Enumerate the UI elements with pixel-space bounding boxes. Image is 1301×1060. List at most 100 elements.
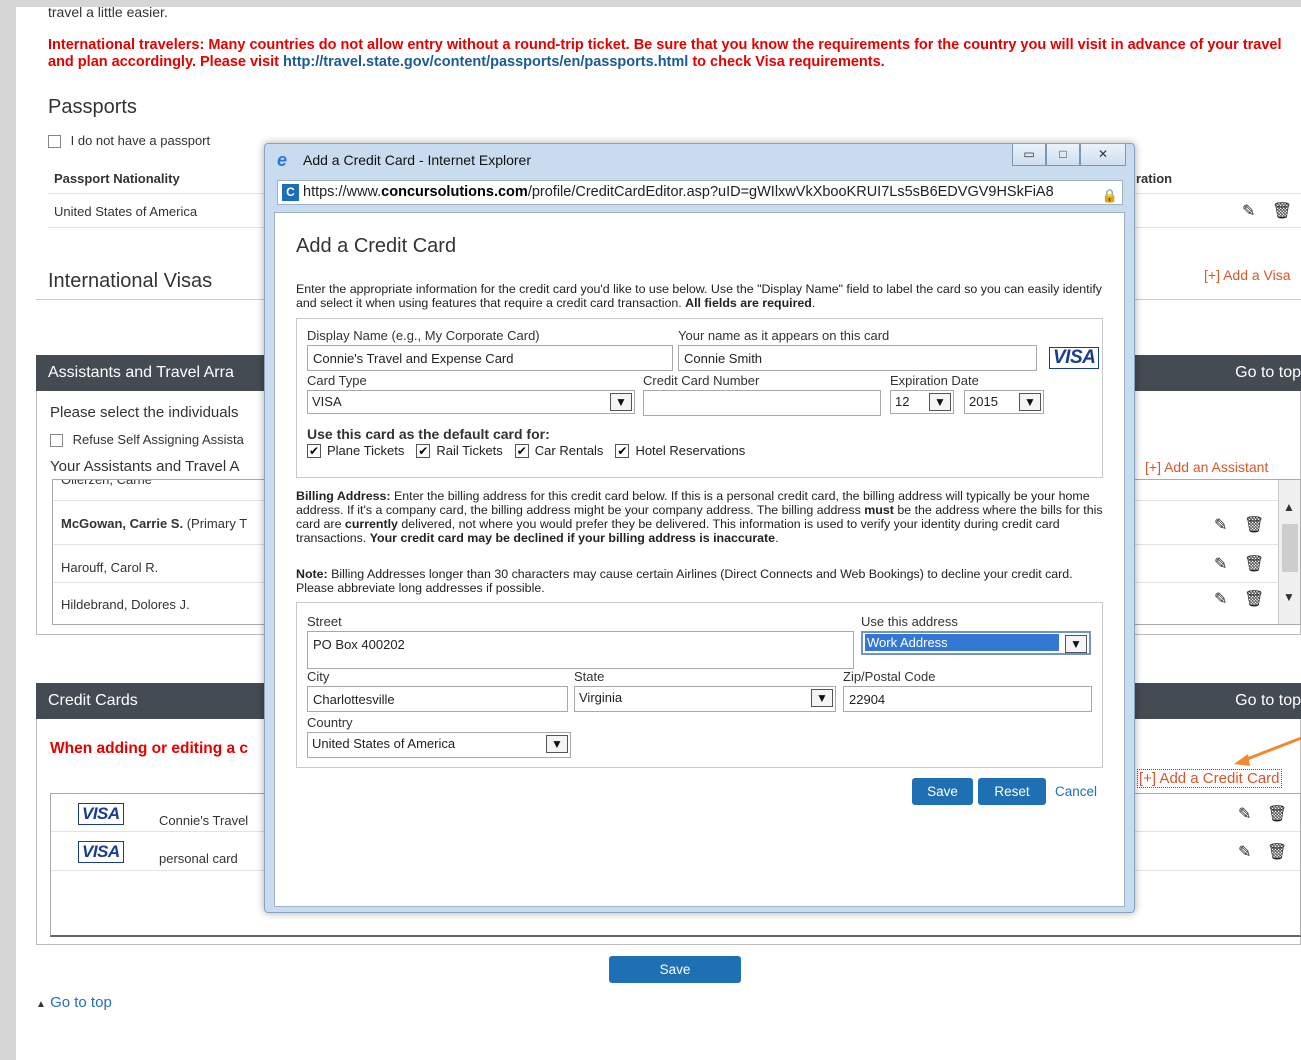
zip-label: Zip/Postal Code: [843, 669, 936, 684]
expiration-label: Expiration Date: [890, 373, 979, 388]
delete-assistant-trash-icon[interactable]: 🗑: [1244, 515, 1264, 535]
delete-assistant-trash-icon[interactable]: 🗑: [1244, 589, 1264, 609]
chevron-down-icon: ▼: [929, 393, 951, 411]
no-passport-checkbox[interactable]: [48, 135, 61, 149]
scroll-down-icon[interactable]: ▼: [1283, 590, 1295, 604]
delete-assistant-trash-icon[interactable]: 🗑: [1244, 554, 1264, 574]
credit-cards-title: Credit Cards: [48, 692, 138, 709]
chevron-down-icon: ▼: [1019, 393, 1041, 411]
edit-assistant-pencil-icon[interactable]: ✎: [1214, 515, 1227, 535]
dialog-reset-button[interactable]: Reset: [978, 778, 1046, 805]
billing-address-note: Note: Billing Addresses longer than 30 c…: [296, 567, 1073, 595]
hotel-reservations-option[interactable]: ✔ Hotel Reservations: [615, 443, 745, 458]
passport-expiration-header: ration: [1136, 171, 1173, 186]
edit-assistant-pencil-icon[interactable]: ✎: [1214, 589, 1227, 609]
dialog-heading: Add a Credit Card: [296, 235, 457, 257]
edit-assistant-pencil-icon[interactable]: ✎: [1214, 554, 1227, 574]
scroll-up-icon[interactable]: ▲: [1283, 500, 1295, 514]
close-icon[interactable]: ✕: [1080, 144, 1126, 166]
edit-passport-pencil-icon[interactable]: ✎: [1242, 201, 1255, 221]
use-address-select[interactable]: Work Address ▼: [861, 631, 1091, 655]
delete-credit-card-trash-icon[interactable]: 🗑: [1267, 842, 1287, 862]
dialog-save-button[interactable]: Save: [912, 778, 973, 805]
cardholder-name-label: Your name as it appears on this card: [678, 328, 890, 343]
credit-card-row-name: Connie's Travel: [159, 813, 249, 828]
assistants-list-title: Your Assistants and Travel A: [50, 458, 240, 475]
passport-nationality-header: Passport Nationality: [54, 171, 180, 186]
list-item: Hildebrand, Dolores J.: [61, 597, 190, 612]
visa-brand-icon: VISA: [78, 803, 124, 825]
address-bar[interactable]: Chttps://www.concursolutions.com/profile…: [277, 180, 1123, 205]
no-passport-option[interactable]: I do not have a passport: [48, 133, 210, 149]
refuse-self-assign-checkbox[interactable]: [50, 434, 63, 448]
city-label: City: [307, 669, 330, 684]
passports-title: Passports: [48, 96, 137, 118]
site-favicon-icon: C: [282, 183, 299, 201]
international-travel-note: International travelers: Many countries …: [48, 37, 1282, 70]
edit-credit-card-pencil-icon[interactable]: ✎: [1238, 804, 1251, 824]
dialog-intro: Enter the appropriate information for th…: [296, 282, 1102, 310]
page-go-to-top-link[interactable]: ▲ Go to top: [36, 994, 112, 1011]
page-save-button[interactable]: Save: [609, 956, 741, 983]
refuse-self-assign-option[interactable]: Refuse Self Assigning Assista: [50, 432, 244, 448]
delete-passport-trash-icon[interactable]: 🗑: [1272, 201, 1292, 221]
car-rentals-option[interactable]: ✔ Car Rentals: [514, 443, 603, 458]
arrow-annotation-icon: [1234, 736, 1301, 766]
check-icon[interactable]: ✔: [615, 443, 630, 458]
add-assistant-link[interactable]: [+] Add an Assistant: [1145, 459, 1268, 475]
credit-cards-note: When adding or editing a c: [50, 740, 249, 757]
use-address-label: Use this address: [861, 614, 958, 629]
plane-tickets-option[interactable]: ✔ Plane Tickets: [307, 443, 404, 458]
lock-icon: 🔒: [1101, 188, 1118, 203]
edit-credit-card-pencil-icon[interactable]: ✎: [1238, 842, 1251, 862]
chevron-down-icon: ▼: [546, 735, 568, 753]
add-visa-link[interactable]: [+] Add a Visa: [1204, 267, 1291, 283]
dialog-content: Add a Credit Card Enter the appropriate …: [274, 212, 1125, 907]
expiration-month-select[interactable]: 12 ▼: [890, 390, 954, 414]
check-icon[interactable]: ✔: [514, 443, 529, 458]
display-name-label: Display Name (e.g., My Corporate Card): [307, 328, 540, 343]
window-frame-top: [0, 0, 1301, 7]
assistants-go-to-top-link[interactable]: Go to top: [1235, 364, 1301, 382]
chevron-down-icon: ▼: [1065, 635, 1087, 653]
check-icon[interactable]: ✔: [416, 443, 431, 458]
street-input[interactable]: PO Box 400202: [307, 631, 854, 669]
check-icon[interactable]: ✔: [307, 443, 321, 458]
intro-text: travel a little easier.: [48, 4, 168, 20]
card-number-label: Credit Card Number: [643, 373, 760, 388]
list-item: Ollerzen, Carrie: [61, 479, 153, 487]
internet-explorer-icon: e: [277, 150, 288, 170]
minimize-icon[interactable]: ▭: [1012, 144, 1046, 166]
card-type-select[interactable]: VISA ▼: [307, 390, 635, 414]
window-controls: ▭ □ ✕: [1012, 144, 1126, 166]
card-number-input[interactable]: [643, 390, 881, 416]
scrollbar-thumb[interactable]: [1282, 524, 1298, 572]
state-select[interactable]: Virginia ▼: [574, 686, 836, 712]
rail-tickets-option[interactable]: ✔ Rail Tickets: [416, 443, 503, 458]
passport-nationality-value: United States of America: [54, 204, 198, 219]
display-name-input[interactable]: Connie's Travel and Expense Card: [307, 345, 673, 371]
assistants-scrollbar[interactable]: ▲ ▼: [1278, 480, 1300, 624]
default-card-options: ✔ Plane Tickets ✔ Rail Tickets ✔ Car Rental…: [307, 443, 757, 458]
add-credit-card-link[interactable]: [+] Add a Credit Card: [1137, 769, 1282, 788]
expiration-year-select[interactable]: 2015 ▼: [964, 390, 1044, 414]
street-label: Street: [307, 614, 342, 629]
dialog-cancel-link[interactable]: Cancel: [1055, 784, 1097, 799]
window-frame-left: [0, 0, 16, 1060]
zip-input[interactable]: 22904: [843, 686, 1092, 712]
assistants-select-text: Please select the individuals: [50, 404, 239, 421]
delete-credit-card-trash-icon[interactable]: 🗑: [1267, 804, 1287, 824]
credit-card-row-name: personal card: [159, 851, 238, 866]
visas-title: International Visas: [48, 270, 213, 292]
visa-logo-icon: VISA: [1049, 347, 1100, 369]
chevron-down-icon: ▼: [610, 393, 632, 411]
visa-requirements-link[interactable]: http://travel.state.gov/content/passport…: [283, 54, 688, 70]
caret-up-icon: ▲: [36, 999, 46, 1010]
cardholder-name-input[interactable]: Connie Smith: [678, 345, 1037, 371]
billing-address-instructions: Billing Address: Enter the billing addre…: [296, 489, 1103, 545]
credit-cards-go-to-top-link[interactable]: Go to top: [1235, 692, 1301, 710]
city-input[interactable]: Charlottesville: [307, 686, 568, 712]
maximize-icon[interactable]: □: [1046, 144, 1080, 166]
country-select[interactable]: United States of America ▼: [307, 732, 571, 758]
assistants-title: Assistants and Travel Arra: [48, 364, 234, 381]
